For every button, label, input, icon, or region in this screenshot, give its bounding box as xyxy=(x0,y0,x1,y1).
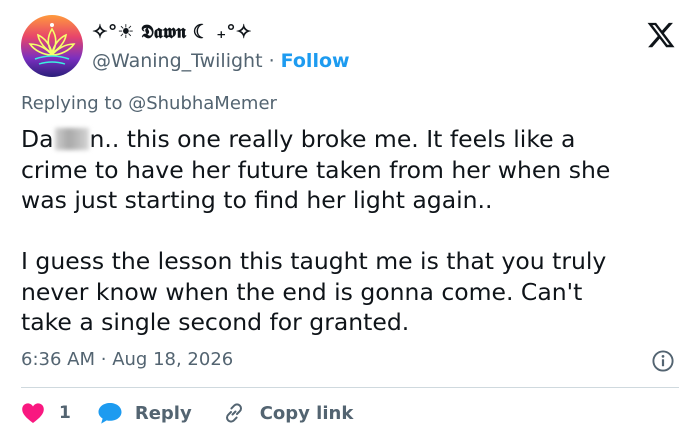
like-count: 1 xyxy=(59,403,71,423)
timestamp-separator: · xyxy=(100,349,107,370)
handle-line: @Waning_Twilight · Follow xyxy=(92,49,350,73)
copy-link-button[interactable]: Copy link xyxy=(222,401,354,425)
lotus-avatar-image xyxy=(21,15,83,77)
speech-bubble-icon xyxy=(98,403,122,424)
follow-button[interactable]: Follow xyxy=(281,50,350,72)
tweet-line-3: was just starting to find her light agai… xyxy=(21,186,493,214)
replying-to: Replying to @ShubhaMemer xyxy=(21,92,277,116)
reply-label: Reply xyxy=(134,402,192,424)
tweet-line-1: Da n.. this one really broke me. It feels… xyxy=(21,124,686,155)
replying-mention[interactable]: @ShubhaMemer xyxy=(128,93,277,114)
tweet-text: Da n.. this one really broke me. It feels… xyxy=(21,124,686,338)
link-icon xyxy=(225,403,242,423)
tweet-date: Aug 18, 2026 xyxy=(112,349,234,370)
like-button[interactable]: 1 xyxy=(21,402,71,424)
divider xyxy=(21,387,679,388)
tweet-line-5: never know when the end is gonna come. C… xyxy=(21,277,583,306)
x-logo-icon[interactable] xyxy=(645,20,677,50)
info-icon[interactable] xyxy=(651,349,675,373)
tweet-line-4: I guess the lesson this taught me is tha… xyxy=(21,247,607,275)
handle-separator: · xyxy=(268,50,275,72)
reply-button[interactable]: Reply xyxy=(97,401,192,425)
user-handle[interactable]: @Waning_Twilight xyxy=(92,50,263,72)
display-name[interactable]: ✧°☀ 𝕯𝖆𝖜𝖓 ☾ ₊°✧ xyxy=(92,20,350,44)
avatar[interactable] xyxy=(21,15,83,77)
copy-link-label: Copy link xyxy=(259,402,354,424)
tweet-time: 6:36 AM xyxy=(21,349,95,370)
heart-icon xyxy=(22,403,44,423)
replying-prefix: Replying to xyxy=(21,93,129,114)
tweet-line-1-start: Da xyxy=(21,125,54,153)
tweet-line-2: crime to have her future taken from her … xyxy=(21,155,611,184)
action-bar: 1 Reply Copy link xyxy=(21,400,353,426)
tweet-line-6: take a single second for granted. xyxy=(21,308,410,336)
timestamp[interactable]: 6:36 AM · Aug 18, 2026 xyxy=(21,348,233,372)
redacted-blur xyxy=(54,128,89,150)
tweet-line-1-end: n.. this one really broke me. It feels l… xyxy=(89,125,576,153)
